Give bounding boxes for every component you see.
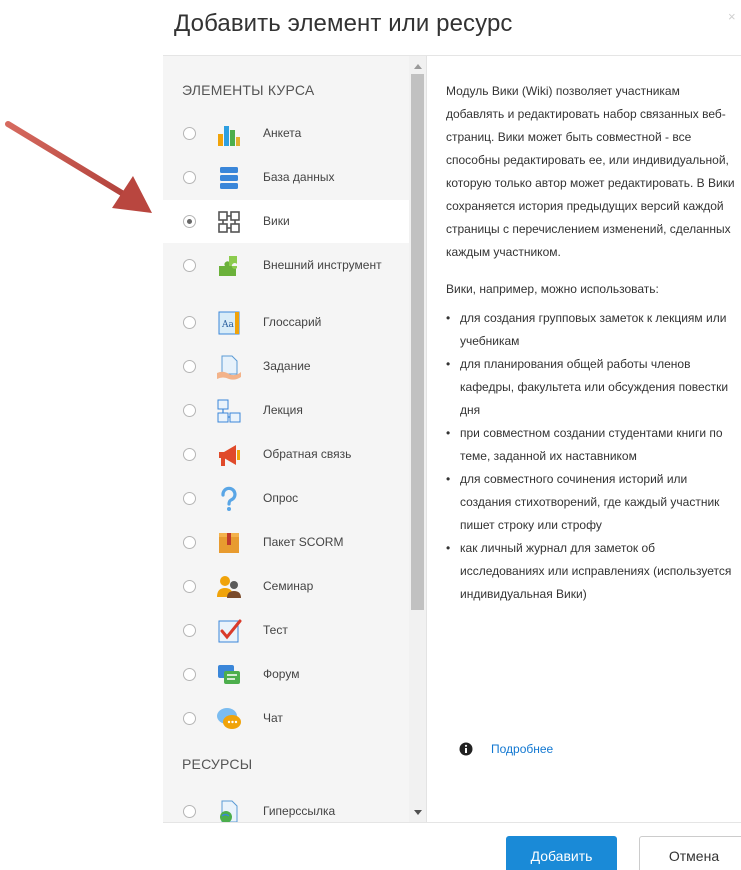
option-label: Чат <box>263 711 283 725</box>
option-label: Лекция <box>263 403 303 417</box>
help-uses-list: для создания групповых заметок к лекциям… <box>446 307 736 606</box>
info-icon <box>459 742 473 756</box>
help-panel: Модуль Вики (Wiki) позволяет участникам … <box>446 80 736 606</box>
option-radio[interactable] <box>183 171 196 184</box>
quiz-checkmark-icon <box>218 619 242 642</box>
option-assignment[interactable]: Задание <box>163 345 409 388</box>
option-radio[interactable] <box>183 805 196 818</box>
activity-chooser: ЭЛЕМЕНТЫ КУРСА Анкета База данных Вики В… <box>163 55 741 823</box>
option-label: Внешний инструмент <box>263 258 382 272</box>
workshop-icon <box>217 575 241 598</box>
option-choice[interactable]: Опрос <box>163 477 409 520</box>
chat-icon <box>217 707 241 729</box>
question-icon <box>221 486 237 511</box>
list-item: как личный журнал для заметок об исследо… <box>446 537 736 606</box>
option-radio[interactable] <box>183 259 196 272</box>
lesson-icon <box>217 399 241 422</box>
options-panel: ЭЛЕМЕНТЫ КУРСА Анкета База данных Вики В… <box>163 56 427 823</box>
option-radio[interactable] <box>183 360 196 373</box>
option-radio[interactable] <box>183 624 196 637</box>
option-external-tool[interactable]: Внешний инструмент <box>163 244 409 287</box>
option-feedback-survey[interactable]: Анкета <box>163 112 409 155</box>
option-label: Тест <box>263 623 288 637</box>
option-scorm-package[interactable]: Пакет SCORM <box>163 521 409 564</box>
option-chat[interactable]: Чат <box>163 697 409 740</box>
scroll-up-arrow-icon[interactable] <box>414 64 422 69</box>
option-radio[interactable] <box>183 404 196 417</box>
option-label: Гиперссылка <box>263 804 336 818</box>
footer-divider <box>163 822 741 823</box>
option-feedback[interactable]: Обратная связь <box>163 433 409 476</box>
option-label: Глоссарий <box>263 315 322 329</box>
option-radio[interactable] <box>183 316 196 329</box>
option-wiki[interactable]: Вики <box>163 200 409 243</box>
options-scrollbar[interactable] <box>409 56 426 823</box>
cancel-button[interactable]: Отмена <box>639 836 741 870</box>
list-item: для создания групповых заметок к лекциям… <box>446 307 736 353</box>
list-item: для совместного сочинения историй или со… <box>446 468 736 537</box>
more-help: Подробнее <box>459 742 553 756</box>
list-item: при совместном создании студентами книги… <box>446 422 736 468</box>
more-link[interactable]: Подробнее <box>491 742 553 756</box>
option-radio[interactable] <box>183 580 196 593</box>
option-radio[interactable] <box>183 712 196 725</box>
resources-heading: РЕСУРСЫ <box>182 756 253 772</box>
add-button[interactable]: Добавить <box>506 836 617 870</box>
option-forum[interactable]: Форум <box>163 653 409 696</box>
option-glossary[interactable]: Aa Глоссарий <box>163 301 409 344</box>
option-label: Опрос <box>263 491 299 505</box>
option-label: Обратная связь <box>263 447 352 461</box>
forum-icon <box>218 664 240 684</box>
option-label: Форум <box>263 667 300 681</box>
option-lesson[interactable]: Лекция <box>163 389 409 432</box>
option-workshop[interactable]: Семинар <box>163 565 409 608</box>
glossary-icon: Aa <box>218 311 240 334</box>
option-label: Семинар <box>263 579 314 593</box>
list-item: для планирования общей работы членов каф… <box>446 353 736 422</box>
option-radio[interactable] <box>183 492 196 505</box>
option-label: Анкета <box>263 126 302 140</box>
option-radio[interactable] <box>183 536 196 549</box>
option-url[interactable]: Гиперссылка <box>163 790 409 823</box>
modal-title: Добавить элемент или ресурс <box>174 10 513 37</box>
url-globe-icon <box>220 800 238 823</box>
option-database[interactable]: База данных <box>163 156 409 199</box>
option-quiz[interactable]: Тест <box>163 609 409 652</box>
scroll-thumb[interactable] <box>411 74 424 610</box>
option-label: Пакет SCORM <box>263 535 344 549</box>
activities-heading: ЭЛЕМЕНТЫ КУРСА <box>182 82 315 98</box>
wiki-icon <box>218 210 240 233</box>
option-label: Вики <box>263 214 290 228</box>
puzzle-icon <box>219 255 237 276</box>
option-radio[interactable] <box>183 127 196 140</box>
scroll-down-arrow-icon[interactable] <box>414 810 422 815</box>
option-label: Задание <box>263 359 311 373</box>
help-uses-heading: Вики, например, можно использовать: <box>446 282 659 296</box>
assignment-icon <box>217 355 241 380</box>
option-radio[interactable] <box>183 668 196 681</box>
megaphone-icon <box>219 444 240 466</box>
option-radio-checked[interactable] <box>183 215 196 228</box>
chart-bars-icon <box>218 125 240 146</box>
option-radio[interactable] <box>183 448 196 461</box>
svg-text:Aa: Aa <box>221 320 234 330</box>
option-label: База данных <box>263 170 335 184</box>
scorm-package-icon <box>219 532 239 553</box>
help-intro: Модуль Вики (Wiki) позволяет участникам … <box>446 84 735 259</box>
database-icon <box>220 166 238 189</box>
close-icon[interactable]: × <box>728 10 736 23</box>
